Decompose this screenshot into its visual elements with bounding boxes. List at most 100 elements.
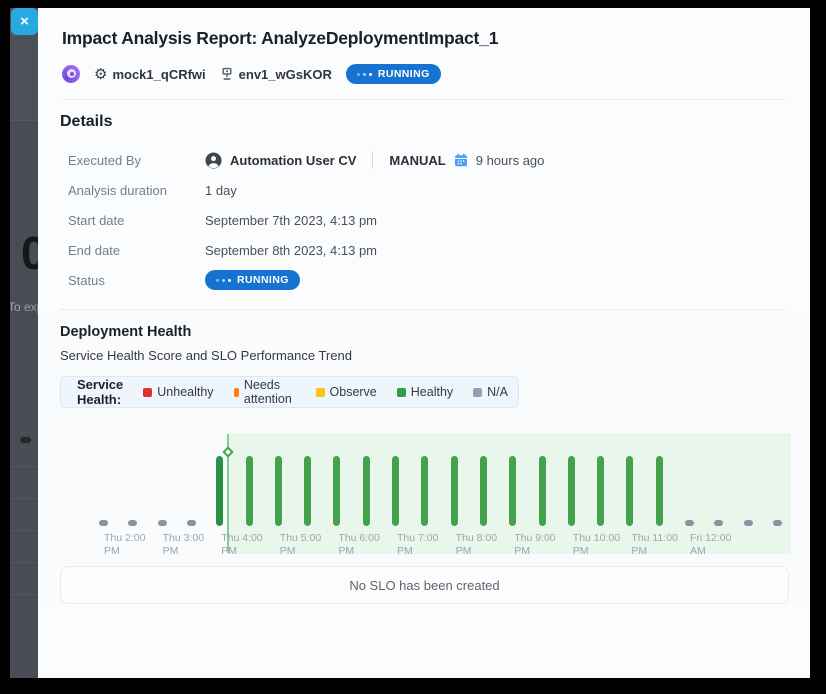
legend-item: N/A bbox=[473, 385, 508, 399]
impact-analysis-drawer: Impact Analysis Report: AnalyzeDeploymen… bbox=[38, 8, 810, 678]
x-axis-label: Thu 3:00PM bbox=[163, 532, 204, 558]
calendar-icon bbox=[454, 153, 468, 167]
healthy-bar bbox=[363, 456, 370, 526]
chart-subtitle: Service Health Score and SLO Performance… bbox=[60, 348, 787, 363]
healthy-bar bbox=[333, 456, 340, 526]
page-title: Impact Analysis Report: AnalyzeDeploymen… bbox=[62, 28, 786, 49]
detail-value: 1 day bbox=[205, 183, 237, 198]
environment-meta: env1_wGsKOR bbox=[220, 67, 332, 82]
background-row-line bbox=[10, 498, 38, 499]
background-bar bbox=[20, 437, 31, 443]
healthy-bar bbox=[246, 456, 253, 526]
background-row-line bbox=[10, 594, 38, 595]
detail-label: Executed By bbox=[68, 153, 205, 168]
na-bar bbox=[773, 520, 782, 526]
app-logo-icon bbox=[62, 65, 80, 83]
status-badge: RUNNING bbox=[346, 64, 441, 84]
na-bar bbox=[128, 520, 137, 526]
user-avatar-icon bbox=[205, 152, 222, 169]
no-slo-message: No SLO has been created bbox=[349, 578, 499, 593]
healthy-bar bbox=[216, 456, 223, 526]
details-section: Details Executed By Automation User CV M… bbox=[38, 100, 810, 310]
no-slo-box: No SLO has been created bbox=[60, 566, 789, 604]
legend-label: Observe bbox=[330, 385, 377, 399]
deployment-health-section: Deployment Health Service Health Score a… bbox=[38, 310, 810, 604]
legend-item: Healthy bbox=[397, 385, 453, 399]
running-dots-icon bbox=[216, 279, 231, 282]
environment-icon bbox=[220, 67, 234, 81]
vertical-separator bbox=[372, 151, 373, 169]
environment-name: env1_wGsKOR bbox=[239, 67, 332, 82]
legend-item: Unhealthy bbox=[143, 385, 213, 399]
close-drawer-button[interactable]: × bbox=[11, 8, 38, 35]
legend-swatch-icon bbox=[316, 388, 325, 397]
x-axis-label: Thu 9:00PM bbox=[514, 532, 555, 558]
healthy-bar bbox=[568, 456, 575, 526]
legend-swatch-icon bbox=[397, 388, 406, 397]
na-bar bbox=[158, 520, 167, 526]
detail-value: September 7th 2023, 4:13 pm bbox=[205, 213, 377, 228]
background-text-fragment: To exp bbox=[10, 300, 38, 314]
running-dots-icon bbox=[357, 73, 372, 76]
healthy-bar bbox=[626, 456, 633, 526]
detail-row-start-date: Start date September 7th 2023, 4:13 pm bbox=[60, 205, 786, 235]
healthy-bar bbox=[597, 456, 604, 526]
legend-swatch-icon bbox=[143, 388, 152, 397]
status-badge-label: RUNNING bbox=[237, 274, 289, 286]
legend-swatch-icon bbox=[473, 388, 482, 397]
detail-row-status: Status RUNNING bbox=[60, 265, 786, 295]
na-bar bbox=[685, 520, 694, 526]
background-metric-number: 0 bbox=[21, 226, 38, 280]
trigger-type: MANUAL bbox=[389, 153, 445, 168]
healthy-bar bbox=[421, 456, 428, 526]
dimmed-background-page: 0 To exp bbox=[10, 8, 38, 678]
legend-label: N/A bbox=[487, 385, 508, 399]
detail-value: September 8th 2023, 4:13 pm bbox=[205, 243, 377, 258]
report-meta-row: ⚙ mock1_qCRfwi env1_wGsKOR RUNNING bbox=[62, 62, 786, 86]
details-rows: Executed By Automation User CV MANUAL bbox=[60, 145, 786, 295]
x-axis-label: Thu 2:00PM bbox=[104, 532, 145, 558]
health-chart: Thu 2:00PM Thu 3:00PM Thu 4:00PM Thu 5:00PM… bbox=[61, 421, 791, 559]
detail-label: Analysis duration bbox=[68, 183, 205, 198]
x-axis-label: Thu 11:00PM bbox=[631, 532, 678, 558]
legend-swatch-icon bbox=[234, 388, 239, 397]
healthy-bar bbox=[539, 456, 546, 526]
legend-item: Needs attention bbox=[234, 378, 296, 406]
legend-label: Needs attention bbox=[244, 378, 296, 406]
close-icon: × bbox=[20, 13, 29, 30]
executed-time-ago: 9 hours ago bbox=[476, 153, 545, 168]
na-bar bbox=[744, 520, 753, 526]
legend-label: Unhealthy bbox=[157, 385, 213, 399]
status-badge: RUNNING bbox=[205, 270, 300, 290]
drawer-header: Impact Analysis Report: AnalyzeDeploymen… bbox=[38, 8, 810, 100]
executed-by-user: Automation User CV bbox=[230, 153, 356, 168]
healthy-bar bbox=[275, 456, 282, 526]
detail-row-executed-by: Executed By Automation User CV MANUAL bbox=[60, 145, 786, 175]
detail-value: RUNNING bbox=[205, 270, 300, 290]
na-bar bbox=[99, 520, 108, 526]
na-bar bbox=[187, 520, 196, 526]
healthy-bar bbox=[509, 456, 516, 526]
status-badge-label: RUNNING bbox=[378, 68, 430, 80]
x-axis-label: Thu 5:00PM bbox=[280, 532, 321, 558]
healthy-bar bbox=[392, 456, 399, 526]
x-axis-label: Thu 7:00PM bbox=[397, 532, 438, 558]
legend-title: Service Health: bbox=[77, 377, 123, 407]
detail-value: Automation User CV MANUAL 9 hours ago bbox=[205, 151, 544, 169]
detail-row-analysis-duration: Analysis duration 1 day bbox=[60, 175, 786, 205]
service-name: mock1_qCRfwi bbox=[112, 67, 205, 82]
na-bar bbox=[714, 520, 723, 526]
x-axis-label: Thu 10:00PM bbox=[573, 532, 620, 558]
background-divider bbox=[10, 120, 38, 121]
service-meta: ⚙ mock1_qCRfwi bbox=[94, 67, 206, 82]
deployment-health-heading: Deployment Health bbox=[60, 324, 787, 340]
detail-label: End date bbox=[68, 243, 205, 258]
x-axis-label: Thu 8:00PM bbox=[456, 532, 497, 558]
healthy-bar bbox=[304, 456, 311, 526]
x-axis-label: Fri 12:00AM bbox=[690, 532, 731, 558]
detail-label: Status bbox=[68, 273, 205, 288]
x-axis-label: Thu 4:00PM bbox=[221, 532, 262, 558]
healthy-bar bbox=[656, 456, 663, 526]
background-row-line bbox=[10, 466, 38, 467]
x-axis-label: Thu 6:00PM bbox=[338, 532, 379, 558]
